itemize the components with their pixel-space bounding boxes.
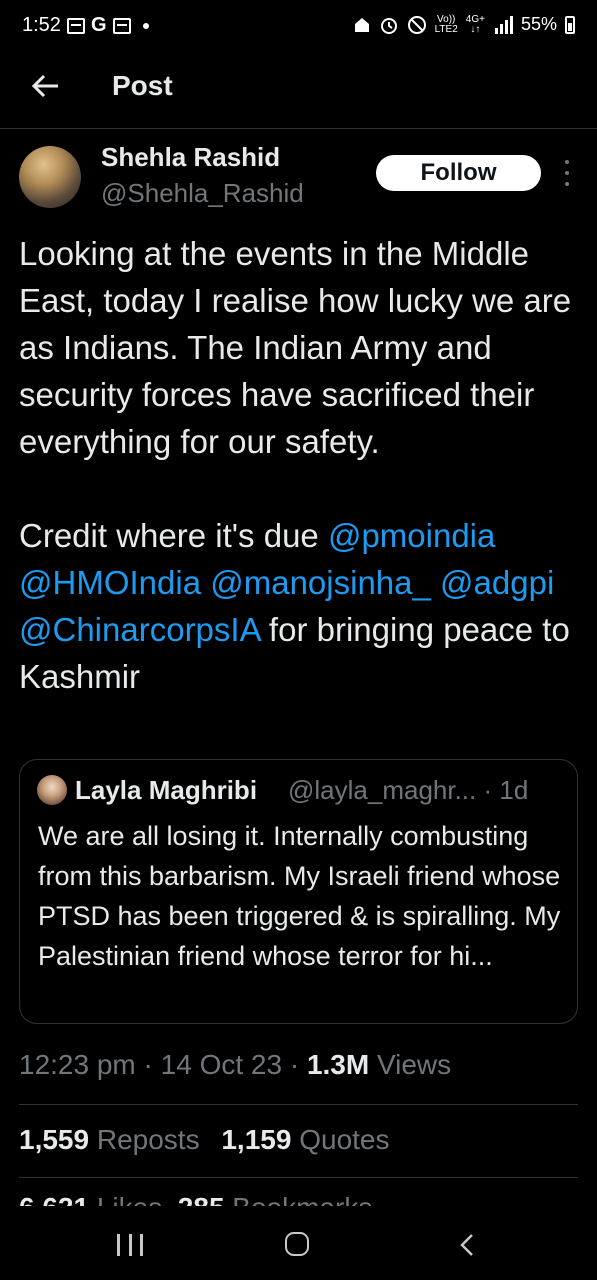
tweet-meta: 12:23 pm · 14 Oct 23 · 1.3M Views xyxy=(19,1049,452,1080)
mention-link[interactable]: @ChinarcorpsIA xyxy=(19,611,260,648)
author-handle[interactable]: @Shehla_Rashid xyxy=(101,178,304,209)
quoted-time: · 1d xyxy=(483,775,529,805)
mention-link[interactable]: @HMOIndia xyxy=(19,564,201,601)
views-label: Views xyxy=(369,1049,452,1080)
system-navigation-bar xyxy=(0,1206,597,1280)
quotes-stat[interactable]: 1,159 Quotes xyxy=(221,1124,389,1155)
page-header: Post xyxy=(0,52,597,129)
signal-icon xyxy=(494,15,513,34)
quoted-text: We are all losing it. Internally combust… xyxy=(38,821,561,971)
network-type-indicator: 4G+ ↓↑ xyxy=(465,13,485,35)
divider xyxy=(19,1177,578,1178)
reposts-stat[interactable]: 1,559 Reposts xyxy=(19,1124,200,1155)
tweet-time: 12:23 pm xyxy=(19,1049,136,1080)
more-vertical-icon xyxy=(565,160,569,164)
quoted-avatar xyxy=(37,775,67,805)
mention-link[interactable]: @adgpi xyxy=(440,564,554,601)
google-icon: G xyxy=(90,14,107,36)
recent-apps-button[interactable] xyxy=(117,1234,143,1256)
tweet-paragraph-credit: Credit where it's due @pmoindia @HMOIndi… xyxy=(19,517,570,695)
system-back-button[interactable] xyxy=(456,1232,480,1258)
volte-indicator: Vo)) LTE2 xyxy=(434,13,458,35)
quoted-tweet[interactable]: Layla Maghribi @layla_maghr... · 1d We a… xyxy=(19,759,578,1024)
tweet-text: Looking at the events in the Middle East… xyxy=(19,230,579,700)
recent-apps-icon xyxy=(117,1234,120,1256)
battery-icon xyxy=(565,15,575,34)
quoted-author-handle: @layla_maghr... · 1d xyxy=(288,775,529,805)
status-bar: 1:52 G Vo)) LTE2 4G+ ↓↑ 55% xyxy=(0,0,597,52)
status-time: 1:52 xyxy=(22,14,61,36)
home-lock-icon xyxy=(354,17,369,32)
author-avatar[interactable] xyxy=(19,146,81,208)
more-options-button[interactable] xyxy=(560,160,574,186)
mention-link[interactable]: @manojsinha_ xyxy=(210,564,431,601)
home-button[interactable] xyxy=(285,1232,309,1256)
tweet-date: 14 Oct 23 xyxy=(160,1049,283,1080)
do-not-disturb-icon xyxy=(407,15,426,34)
alarm-icon xyxy=(380,17,397,34)
engagement-stats: 1,559 Reposts 1,159 Quotes xyxy=(19,1124,390,1156)
notification-dot-icon xyxy=(142,22,149,29)
arrow-left-icon xyxy=(31,74,58,98)
mention-link[interactable]: @pmoindia xyxy=(328,517,495,554)
calendar-icon xyxy=(66,17,85,34)
author-name[interactable]: Shehla Rashid xyxy=(101,142,280,173)
follow-button[interactable]: Follow xyxy=(376,155,541,191)
views-count: 1.3M xyxy=(306,1049,370,1080)
quoted-author-name: Layla Maghribi xyxy=(75,775,258,805)
status-left: 1:52 G xyxy=(22,14,149,37)
status-right: Vo)) LTE2 4G+ ↓↑ 55% xyxy=(353,14,575,35)
tweet-paragraph: Looking at the events in the Middle East… xyxy=(19,235,572,460)
divider xyxy=(19,1104,578,1105)
battery-percent: 55% xyxy=(520,14,557,34)
news-icon xyxy=(112,17,131,34)
page-title: Post xyxy=(112,70,173,101)
likes-bookmarks-stat[interactable]: 6,621 Likes 285 Bookmarks xyxy=(19,1192,372,1206)
chevron-left-icon xyxy=(460,1234,473,1256)
back-button[interactable] xyxy=(28,68,64,104)
